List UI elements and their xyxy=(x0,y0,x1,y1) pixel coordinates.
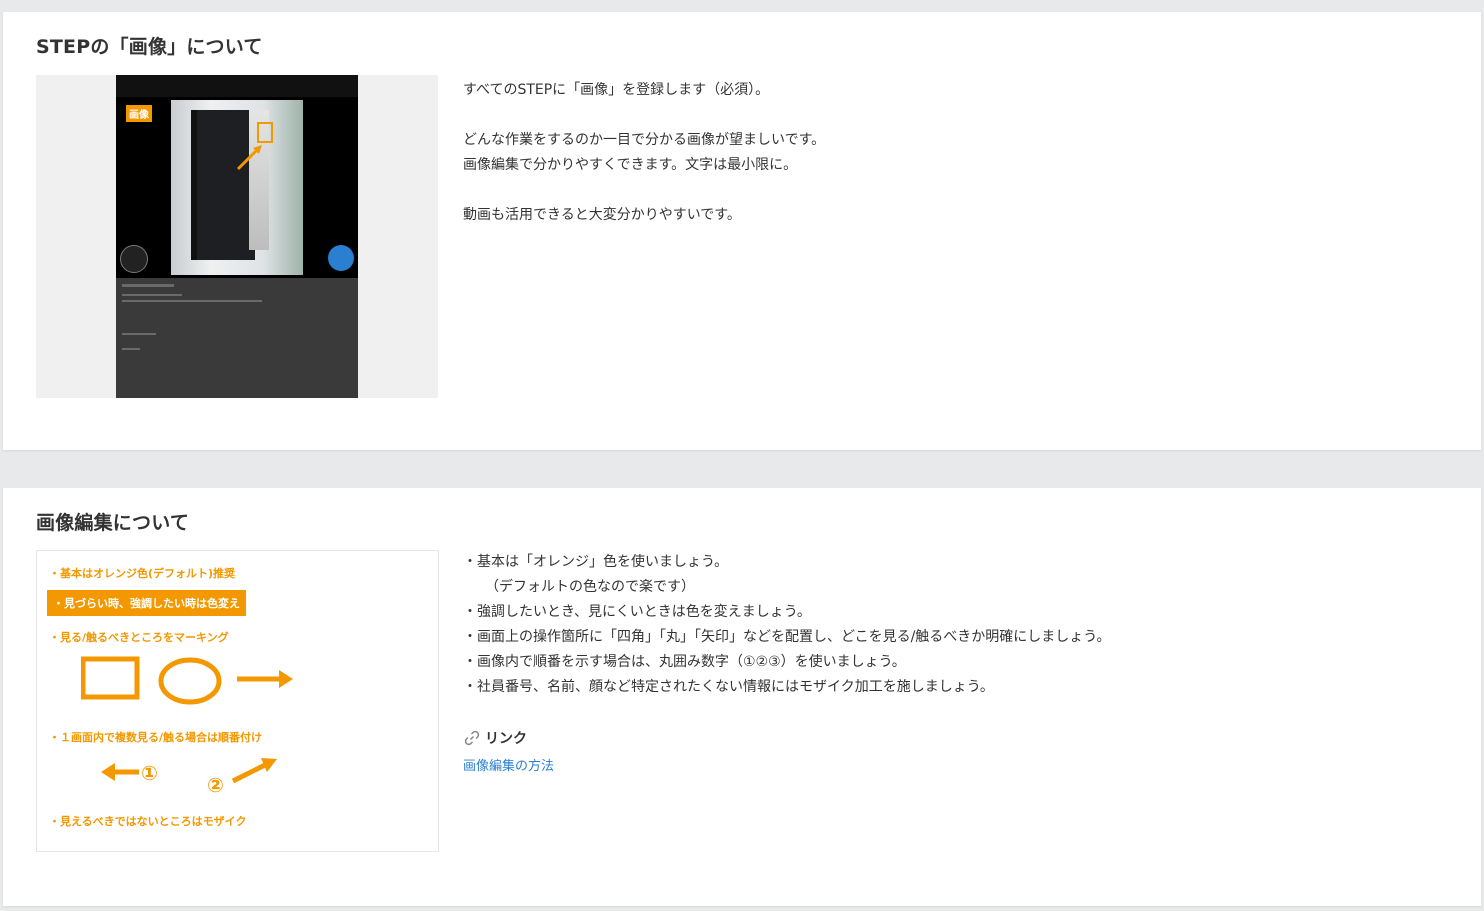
description-line: ・社員番号、名前、顔など特定されたくない情報にはモザイク加工を施しましょう。 xyxy=(463,679,994,695)
description-line: ・画像内で順番を示す場合は、丸囲み数字（①②③）を使いましょう。 xyxy=(463,654,906,670)
guide-line-highlight: ・見づらい時、強調したい時は色変え xyxy=(47,590,246,616)
step-image-thumbnail[interactable]: 画像 xyxy=(36,75,438,398)
section-title: 画像編集について xyxy=(36,512,190,534)
description-line: （デフォルトの色なので楽です） xyxy=(485,579,695,595)
guide-line: ・見えるべきではないところはモザイク xyxy=(49,815,247,828)
guide-line: ・１画面内で複数見る/触る場合は順番付け xyxy=(49,731,263,744)
image-editing-guide[interactable]: ・基本はオレンジ色(デフォルト)推奨 ・見づらい時、強調したい時は色変え ・見る… xyxy=(36,550,439,852)
section-description: ・基本は「オレンジ」色を使いましょう。 （デフォルトの色なので楽です） ・強調し… xyxy=(463,550,1110,700)
arrow-up-right-icon xyxy=(231,758,277,784)
marker-rectangle xyxy=(257,122,273,143)
marker-shapes xyxy=(81,656,293,705)
phone-info-area xyxy=(116,278,358,398)
link-section: リンク 画像編集の方法 xyxy=(463,728,554,774)
image-editing-section: 画像編集について ・基本はオレンジ色(デフォルト)推奨 ・見づらい時、強調したい… xyxy=(3,488,1481,906)
swap-icon xyxy=(120,245,148,273)
link-icon xyxy=(464,730,480,746)
arrow-left-icon xyxy=(101,763,139,781)
edit-image-icon xyxy=(328,245,354,271)
step-image-section: STEPの「画像」について 画像 すべてのSTEPに「画像」を登録します（必須）… xyxy=(3,12,1481,450)
number-two: ② xyxy=(207,773,224,797)
marker-arrow-icon xyxy=(236,145,262,171)
description-line: 動画も活用できると大変分かりやすいです。 xyxy=(463,207,741,223)
section-title: STEPの「画像」について xyxy=(36,36,263,58)
description-line: ・強調したいとき、見にくいときは色を変えましょう。 xyxy=(463,604,811,620)
description-line: どんな作業をするのか一目で分かる画像が望ましいです。 xyxy=(463,132,826,148)
pc-photo xyxy=(171,100,303,275)
image-editing-method-link[interactable]: 画像編集の方法 xyxy=(463,755,554,774)
square-shape-icon xyxy=(81,656,140,700)
image-label-badge: 画像 xyxy=(126,105,152,122)
guide-line: ・基本はオレンジ色(デフォルト)推奨 xyxy=(49,567,236,580)
section-description: すべてのSTEPに「画像」を登録します（必須）。 どんな作業をするのか一目で分か… xyxy=(463,78,825,228)
circle-shape-icon xyxy=(158,657,222,705)
description-line: 画像編集で分かりやすくできます。文字は最小限に。 xyxy=(463,157,798,173)
number-one: ① xyxy=(141,761,158,785)
phone-screenshot: 画像 xyxy=(116,75,358,398)
phone-header-bar xyxy=(116,75,358,97)
link-heading-label: リンク xyxy=(485,731,527,747)
guide-line: ・見る/触るべきところをマーキング xyxy=(49,631,229,644)
description-line: すべてのSTEPに「画像」を登録します（必須）。 xyxy=(463,82,770,98)
link-heading: リンク xyxy=(463,728,554,748)
description-line: ・画面上の操作箇所に「四角」「丸」「矢印」などを配置し、どこを見る/触るべきか明… xyxy=(463,629,1111,645)
description-line: ・基本は「オレンジ」色を使いましょう。 xyxy=(463,554,729,570)
